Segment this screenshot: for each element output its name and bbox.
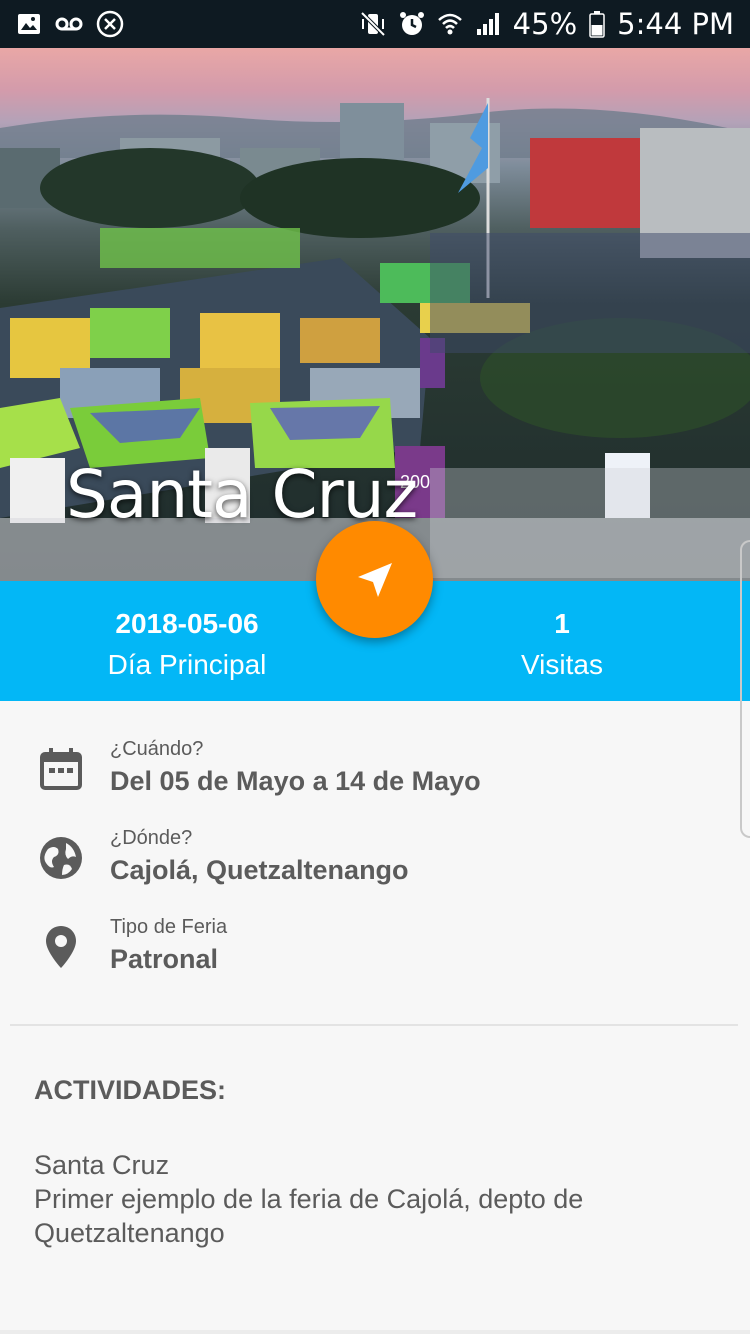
- visits-label: Visitas: [521, 649, 603, 680]
- hero-image: 200 Santa Cruz: [0, 48, 750, 581]
- close-circle-icon: [96, 10, 124, 38]
- status-bar-left: [16, 10, 124, 38]
- activities-body: Santa Cruz Primer ejemplo de la feria de…: [34, 1148, 714, 1250]
- signal-icon: [475, 11, 501, 37]
- alarm-icon: [399, 11, 425, 37]
- status-bar-right: 45% 5:44 PM: [359, 7, 734, 41]
- activities-line-2: Primer ejemplo de la feria de Cajolá, de…: [34, 1184, 584, 1248]
- navigation-arrow-icon: [357, 562, 392, 597]
- main-day-label: Día Principal: [107, 649, 267, 680]
- where-label: ¿Dónde?: [110, 827, 193, 849]
- clock: 5:44 PM: [617, 7, 734, 41]
- when-row: ¿Cuándo? Del 05 de Mayo a 14 de Mayo: [0, 738, 750, 818]
- bottom-divider: [0, 1330, 750, 1334]
- vibrate-mute-icon: [359, 11, 387, 37]
- when-value: Del 05 de Mayo a 14 de Mayo: [110, 766, 481, 796]
- voicemail-icon: [54, 14, 84, 34]
- globe-icon: [40, 837, 82, 879]
- fair-type-row: Tipo de Feria Patronal: [0, 916, 750, 996]
- battery-percent: 45%: [512, 7, 578, 41]
- main-day-value: 2018-05-06: [115, 608, 259, 639]
- navigate-button[interactable]: [316, 521, 433, 638]
- status-bar: 45% 5:44 PM: [0, 0, 750, 48]
- scroll-indicator[interactable]: [740, 540, 750, 838]
- activities-title: ACTIVIDADES:: [34, 1075, 227, 1105]
- wifi-icon: [437, 11, 463, 37]
- activities-line-1: Santa Cruz: [34, 1150, 170, 1180]
- battery-icon: [589, 10, 605, 38]
- when-label: ¿Cuándo?: [110, 738, 204, 760]
- main-day-stat: 2018-05-06 Día Principal: [37, 607, 337, 685]
- divider: [10, 1024, 738, 1026]
- fair-type-label: Tipo de Feria: [110, 916, 228, 938]
- where-value: Cajolá, Quetzaltenango: [110, 855, 409, 885]
- image-icon: [16, 11, 42, 37]
- visits-stat: 1 Visitas: [412, 607, 712, 685]
- location-pin-icon: [46, 926, 76, 968]
- visits-value: 1: [554, 608, 570, 639]
- calendar-icon: [40, 748, 82, 790]
- where-row: ¿Dónde? Cajolá, Quetzaltenango: [0, 827, 750, 907]
- fair-type-value: Patronal: [110, 944, 219, 974]
